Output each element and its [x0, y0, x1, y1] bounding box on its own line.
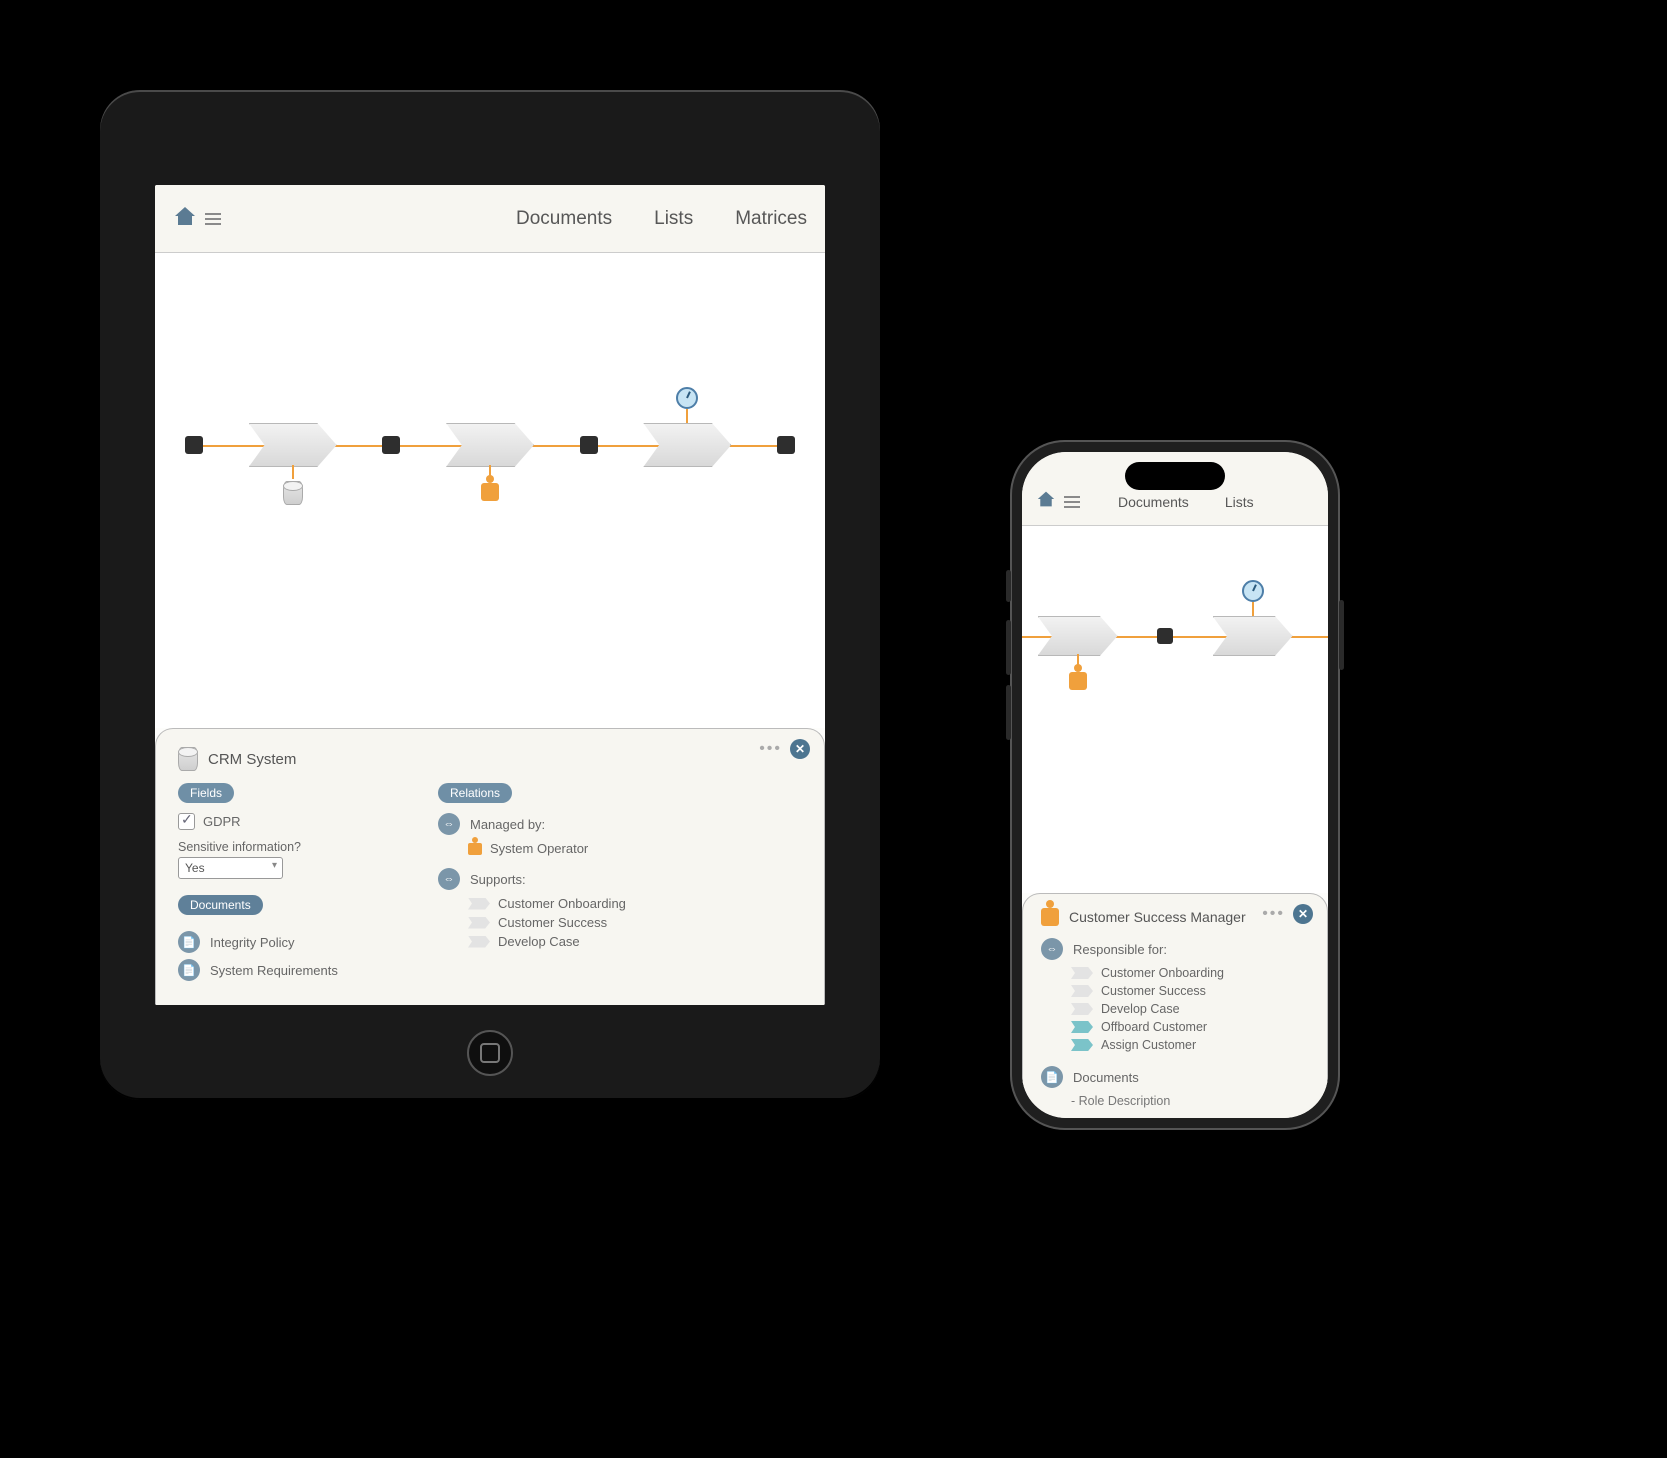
relation-item[interactable]: Develop Case	[498, 934, 580, 949]
more-icon[interactable]: •••	[1262, 905, 1285, 923]
flow-step-2[interactable]	[446, 423, 534, 467]
tab-documents[interactable]: Documents	[1118, 494, 1189, 510]
link-icon: ⇔	[1041, 938, 1063, 960]
flow-gateway[interactable]	[1157, 628, 1173, 644]
process-icon	[1071, 985, 1093, 997]
documents-label: Documents	[1073, 1070, 1139, 1085]
database-icon	[178, 747, 198, 771]
relation-item[interactable]: Assign Customer	[1101, 1038, 1196, 1052]
timer-icon[interactable]	[676, 387, 698, 409]
flow-step[interactable]	[1038, 616, 1118, 656]
document-link[interactable]: System Requirements	[210, 963, 338, 978]
link-icon: ⇔	[438, 868, 460, 890]
panel-title: Customer Success Manager	[1069, 909, 1246, 925]
document-icon: 📄	[178, 931, 200, 953]
document-icon: 📄	[178, 959, 200, 981]
menu-icon[interactable]	[205, 213, 221, 225]
link-icon: ⇔	[438, 813, 460, 835]
process-icon	[468, 936, 490, 948]
process-canvas[interactable]	[1022, 526, 1328, 893]
close-icon[interactable]: ✕	[1293, 904, 1313, 924]
tab-lists[interactable]: Lists	[1225, 494, 1254, 510]
home-icon[interactable]	[1036, 490, 1056, 513]
relation-item[interactable]: Develop Case	[1101, 1002, 1180, 1016]
relations-section-label: Relations	[438, 783, 512, 803]
managed-by-label: Managed by:	[470, 817, 545, 832]
panel-title: CRM System	[208, 751, 296, 768]
role-icon[interactable]	[1069, 672, 1087, 690]
flow-gateway-1[interactable]	[382, 436, 400, 454]
app-header: Documents Lists Matrices	[155, 185, 825, 253]
flow-gateway-2[interactable]	[580, 436, 598, 454]
sensitive-info-select[interactable]: Yes	[178, 857, 283, 879]
detail-panel: ••• ✕ CRM System Fields GDPR Sensitive i…	[155, 728, 825, 1005]
process-icon	[1071, 1003, 1093, 1015]
tablet-device-frame: Documents Lists Matrices	[100, 90, 880, 1100]
flow-step[interactable]	[1213, 616, 1293, 656]
gdpr-label: GDPR	[203, 814, 241, 829]
home-icon[interactable]	[173, 205, 197, 232]
phone-screen: Documents Lists	[1022, 452, 1328, 1118]
relation-item[interactable]: Offboard Customer	[1101, 1020, 1207, 1034]
role-icon	[468, 843, 482, 855]
nav-tabs: Documents Lists	[1118, 494, 1254, 510]
relation-item[interactable]: Customer Onboarding	[1101, 966, 1224, 980]
process-icon	[1071, 1021, 1093, 1033]
menu-icon[interactable]	[1064, 496, 1080, 508]
phone-notch	[1125, 462, 1225, 490]
relation-item[interactable]: Customer Success	[1101, 984, 1206, 998]
document-icon: 📄	[1041, 1066, 1063, 1088]
role-icon[interactable]	[481, 483, 499, 501]
relation-item[interactable]: Customer Onboarding	[498, 896, 626, 911]
process-icon	[468, 917, 490, 929]
tab-documents[interactable]: Documents	[516, 208, 612, 230]
relation-item[interactable]: System Operator	[490, 841, 588, 856]
documents-section-label: Documents	[178, 895, 263, 915]
more-icon[interactable]: •••	[759, 740, 782, 758]
document-link[interactable]: - Role Description	[1071, 1094, 1309, 1108]
tab-lists[interactable]: Lists	[654, 208, 693, 230]
flow-start-node[interactable]	[185, 436, 203, 454]
tablet-screen: Documents Lists Matrices	[155, 185, 825, 1005]
flow-step-1[interactable]	[249, 423, 337, 467]
supports-label: Supports:	[470, 872, 526, 887]
tablet-home-button[interactable]	[467, 1030, 513, 1076]
process-icon	[1071, 967, 1093, 979]
gdpr-checkbox[interactable]	[178, 813, 195, 830]
role-icon	[1041, 908, 1059, 926]
responsible-for-label: Responsible for:	[1073, 942, 1167, 957]
process-icon	[468, 898, 490, 910]
detail-panel: ••• ✕ Customer Success Manager ⇔ Responsi…	[1022, 893, 1328, 1118]
fields-section-label: Fields	[178, 783, 234, 803]
relation-item[interactable]: Customer Success	[498, 915, 607, 930]
tab-matrices[interactable]: Matrices	[735, 208, 807, 230]
sensitive-info-label: Sensitive information?	[178, 840, 378, 854]
process-icon	[1071, 1039, 1093, 1051]
nav-tabs: Documents Lists Matrices	[516, 208, 807, 230]
flow-step-3[interactable]	[643, 423, 731, 467]
document-link[interactable]: Integrity Policy	[210, 935, 295, 950]
timer-icon[interactable]	[1242, 580, 1264, 602]
process-canvas[interactable]	[155, 253, 825, 728]
phone-device-frame: Documents Lists	[1010, 440, 1340, 1130]
close-icon[interactable]: ✕	[790, 739, 810, 759]
flow-end-node[interactable]	[777, 436, 795, 454]
database-icon[interactable]	[283, 481, 303, 505]
